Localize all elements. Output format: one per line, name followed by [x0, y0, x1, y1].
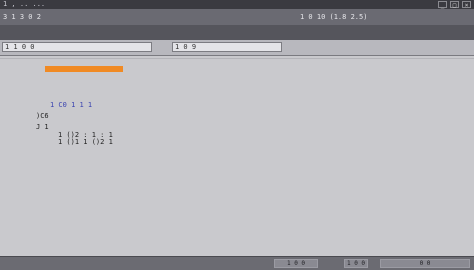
title-bar: 1 , .. ... _ □ × — [0, 0, 474, 9]
menu-right-label: 1 0 10 (1.8 2.5) — [300, 13, 368, 21]
status-button-2[interactable]: 1 0 0 — [344, 259, 368, 268]
code-line-1: )C6 — [36, 112, 49, 120]
window-title: 1 , .. ... — [3, 0, 46, 8]
menu-bar: 3 1 3 0 2 1 0 10 (1.8 2.5) — [0, 9, 474, 25]
status-button-3[interactable]: 0 0 — [380, 259, 470, 268]
status-button-1[interactable]: 1 0 0 — [274, 259, 318, 268]
close-icon[interactable]: × — [462, 1, 471, 9]
tab-strip: 1 1 0 0 1 0 9 — [0, 40, 474, 56]
search-field[interactable]: 1 0 9 — [172, 42, 282, 52]
separator-line — [0, 58, 474, 59]
maximize-icon[interactable]: □ — [450, 1, 459, 9]
code-line-2: J 1 — [36, 123, 49, 131]
code-link-1[interactable]: 1 C0 1 1 1 — [50, 101, 92, 109]
status-bar: 1 0 0 1 0 0 0 0 — [0, 256, 474, 270]
toolbar — [0, 25, 474, 40]
path-field[interactable]: 1 1 0 0 — [2, 42, 152, 52]
menu-left-label[interactable]: 3 1 3 0 2 — [3, 9, 41, 25]
highlighted-line[interactable] — [45, 66, 123, 72]
editor-area — [0, 40, 474, 256]
minimize-icon[interactable]: _ — [438, 1, 447, 9]
code-line-4: 1 ()1 1 ()2 1 — [58, 138, 113, 146]
